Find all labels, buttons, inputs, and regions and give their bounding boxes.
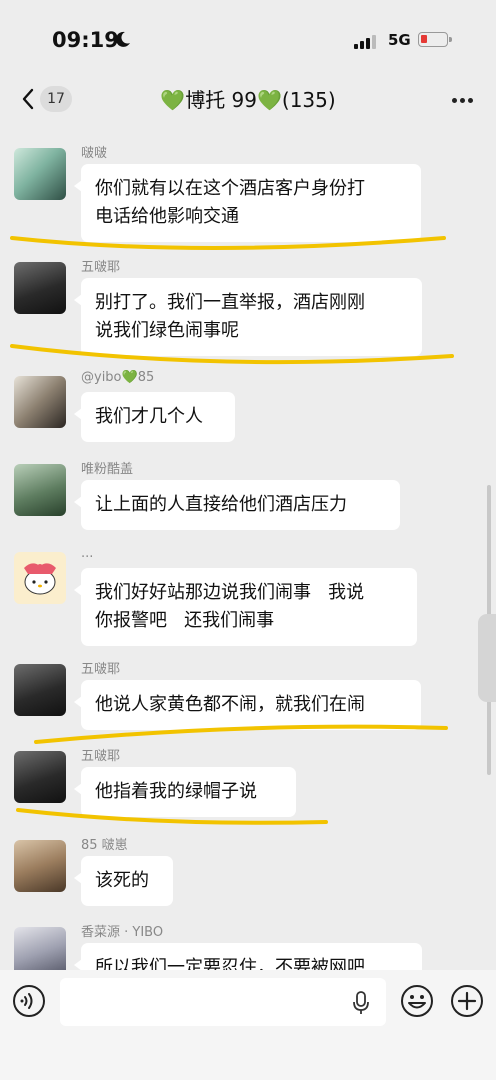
sender-name: @yibo💚85 xyxy=(81,370,155,385)
message-bubble[interactable]: 别打了。我们一直举报，酒店刚刚 说我们绿色闹事呢 xyxy=(74,278,422,356)
group-title: 💚博托 99💚(135) xyxy=(160,88,336,112)
avatar[interactable] xyxy=(14,664,66,716)
message-text: 他说人家黄色都不闹，就我们在闹 xyxy=(95,694,365,715)
sender-name: 85 啵崽 xyxy=(81,838,128,853)
message-bubble[interactable]: 让上面的人直接给他们酒店压力 xyxy=(74,480,400,530)
unread-badge[interactable]: 17 xyxy=(40,86,72,112)
sender-name: 五啵耶 xyxy=(81,260,121,275)
message-bubble[interactable]: 我们才几个人 xyxy=(74,392,235,442)
avatar[interactable] xyxy=(14,751,66,803)
plus-button[interactable] xyxy=(450,984,484,1018)
status-bar: 09:19 5G xyxy=(0,0,496,78)
message-bubble[interactable]: 我们好好站那边说我们闹事 我说 你报警吧 还我们闹事 xyxy=(74,568,417,646)
signal-icon xyxy=(354,33,380,49)
chat-header: 17 💚博托 99💚(135) xyxy=(0,78,496,122)
sender-name: 五啵耶 xyxy=(81,662,121,677)
avatar[interactable] xyxy=(14,552,66,604)
sender-name: 唯粉酷盖 xyxy=(81,462,134,477)
message-text: 所以我们一定要忍住，不要被网吧 xyxy=(95,957,365,970)
message-text: 电话给他影响交通 xyxy=(95,206,239,227)
message-text: 他指着我的绿帽子说 xyxy=(95,781,257,802)
message-text: 说我们绿色闹事呢 xyxy=(95,320,239,341)
avatar[interactable] xyxy=(14,464,66,516)
voice-mode-button[interactable] xyxy=(12,984,46,1018)
microphone-icon[interactable] xyxy=(350,990,372,1016)
message-text: 该死的 xyxy=(95,870,149,891)
avatar[interactable] xyxy=(14,927,66,970)
message-bubble[interactable]: 他说人家黄色都不闹，就我们在闹 xyxy=(74,680,421,730)
avatar[interactable] xyxy=(14,840,66,892)
sender-name: 啵啵 xyxy=(81,146,108,161)
sender-name: 香菜源 · YIBO xyxy=(81,925,164,940)
scrollbar-thumb[interactable] xyxy=(478,614,496,702)
message-input-bar xyxy=(0,970,496,1080)
message-bubble[interactable]: 该死的 xyxy=(74,856,173,906)
sender-name: 五啵耶 xyxy=(81,749,121,764)
hello-kitty-icon xyxy=(24,563,56,595)
status-time: 09:19 xyxy=(52,28,119,52)
message-text: 我们才几个人 xyxy=(95,406,203,427)
message-bubble[interactable]: 你们就有以在这个酒店客户身份打 电话给他影响交通 xyxy=(74,164,421,242)
message-text: 我们好好站那边说我们闹事 我说 xyxy=(95,582,365,603)
message-text: 你报警吧 还我们闹事 xyxy=(95,610,275,631)
avatar[interactable] xyxy=(14,148,66,200)
chat-message-list[interactable]: 啵啵 你们就有以在这个酒店客户身份打 电话给他影响交通 五啵耶 别打了。我们一直… xyxy=(0,128,496,970)
avatar[interactable] xyxy=(14,376,66,428)
message-bubble[interactable]: 所以我们一定要忍住，不要被网吧 xyxy=(74,943,422,970)
message-text: 别打了。我们一直举报，酒店刚刚 xyxy=(95,292,365,313)
network-type: 5G xyxy=(388,31,411,49)
message-text-input[interactable] xyxy=(60,978,386,1026)
emoji-button[interactable] xyxy=(400,984,434,1018)
message-bubble[interactable]: 他指着我的绿帽子说 xyxy=(74,767,296,817)
battery-icon xyxy=(418,32,452,47)
avatar[interactable] xyxy=(14,262,66,314)
sender-name: ... xyxy=(81,546,94,561)
moon-icon xyxy=(115,31,130,47)
message-text: 你们就有以在这个酒店客户身份打 xyxy=(95,178,365,199)
message-text: 让上面的人直接给他们酒店压力 xyxy=(95,494,347,515)
more-options-button[interactable] xyxy=(446,82,480,116)
